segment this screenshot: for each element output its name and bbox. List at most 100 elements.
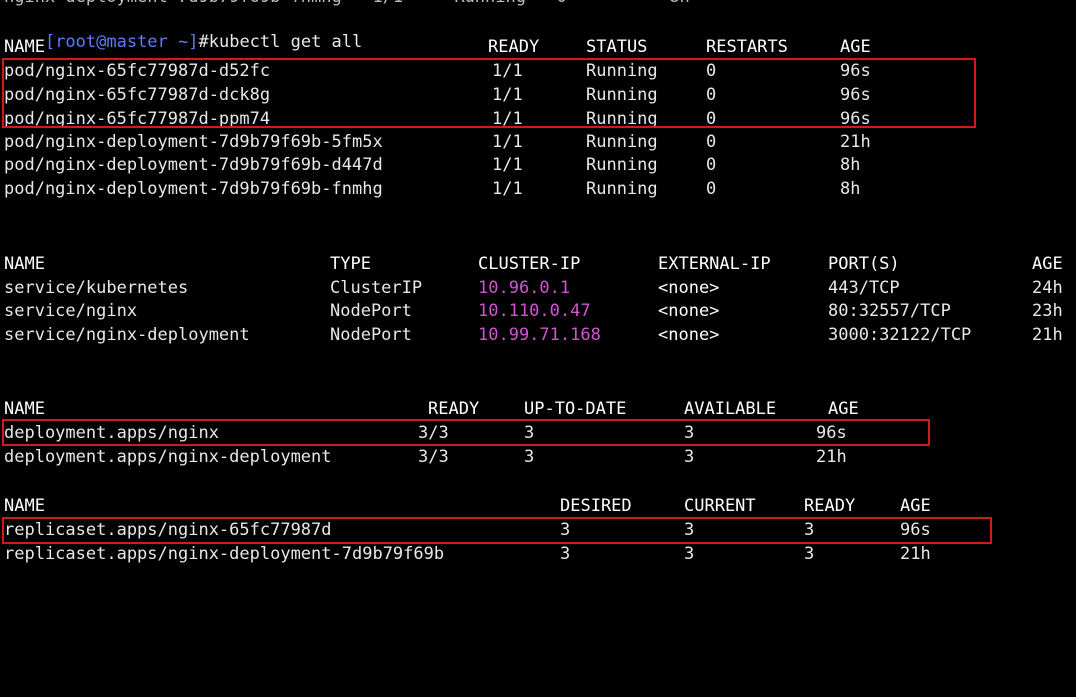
pod-status: Running	[586, 61, 658, 81]
rs-current: 3	[684, 544, 695, 564]
deploy-available: 3	[684, 423, 695, 443]
pods-col-age: AGE	[840, 37, 871, 57]
deploy-col-up-to-date: UP-TO-DATE	[524, 399, 627, 419]
deploy-age: 21h	[816, 447, 847, 467]
deploy-available: 3	[684, 447, 695, 467]
rs-col-name: NAME	[4, 496, 45, 516]
pod-status: Running	[586, 179, 658, 199]
rs-name: replicaset.apps/nginx-deployment-7d9b79f…	[4, 544, 445, 564]
rs-desired: 3	[560, 520, 571, 540]
rs-col-desired: DESIRED	[560, 496, 632, 516]
svc-age: 21h	[1032, 325, 1063, 345]
rs-desired: 3	[560, 544, 571, 564]
table-row: pod/nginx-65fc77987d-d52fc 1/1 Running 0…	[4, 60, 871, 82]
deploy-col-available: AVAILABLE	[684, 399, 777, 419]
svc-ports: 3000:32122/TCP	[828, 325, 972, 345]
pods-col-status: STATUS	[586, 37, 648, 57]
prompt-line: [root@master ~]#kubectl get all	[4, 9, 362, 52]
pod-restarts: 0	[706, 132, 717, 152]
deploy-col-age: AGE	[828, 399, 859, 419]
svc-name: service/nginx-deployment	[4, 325, 250, 345]
pod-age: 21h	[840, 132, 871, 152]
pod-ready: 1/1	[492, 85, 523, 105]
pod-age: 96s	[840, 61, 871, 81]
replicasets-header-row: NAME DESIRED CURRENT READY AGE	[4, 495, 931, 517]
pod-ready: 1/1	[492, 61, 523, 81]
pod-name: pod/nginx-65fc77987d-ppm74	[4, 109, 271, 129]
svc-age: 24h	[1032, 278, 1063, 298]
pod-status: Running	[586, 155, 658, 175]
table-row: pod/nginx-deployment-7d9b79f69b-fnmhg 1/…	[4, 178, 860, 200]
deploy-col-name: NAME	[4, 399, 45, 419]
prompt-user-host: [root@master ~]	[44, 32, 199, 52]
svc-col-type: TYPE	[330, 254, 371, 274]
pod-status: Running	[586, 132, 658, 152]
deploy-col-ready: READY	[428, 399, 480, 419]
pod-age: 96s	[840, 85, 871, 105]
rs-col-age: AGE	[900, 496, 931, 516]
pods-col-ready: READY	[488, 37, 540, 57]
table-row: service/nginx-deployment NodePort 10.99.…	[4, 324, 1063, 346]
cut-off-line: nginx-deployment-7d9b79f69b-fnmhg 1/1 Ru…	[4, 0, 690, 8]
services-header-row: NAME TYPE CLUSTER-IP EXTERNAL-IP PORT(S)…	[4, 253, 1063, 275]
pod-ready: 1/1	[492, 179, 523, 199]
table-row: pod/nginx-65fc77987d-dck8g 1/1 Running 0…	[4, 84, 871, 106]
svc-name: service/nginx	[4, 301, 138, 321]
pod-restarts: 0	[706, 61, 717, 81]
svc-external-ip: <none>	[658, 301, 720, 321]
table-row: pod/nginx-deployment-7d9b79f69b-5fm5x 1/…	[4, 131, 871, 153]
rs-col-ready: READY	[804, 496, 856, 516]
deploy-name: deployment.apps/nginx	[4, 423, 219, 443]
svc-name: service/kubernetes	[4, 278, 189, 298]
pod-status: Running	[586, 109, 658, 129]
table-row: deployment.apps/nginx-deployment 3/3 3 3…	[4, 446, 847, 468]
svc-col-ports: PORT(S)	[828, 254, 900, 274]
deploy-up-to-date: 3	[524, 447, 535, 467]
pods-col-restarts: RESTARTS	[706, 37, 788, 57]
table-row: pod/nginx-deployment-7d9b79f69b-d447d 1/…	[4, 154, 860, 176]
pod-restarts: 0	[706, 155, 717, 175]
rs-age: 21h	[900, 544, 931, 564]
pods-col-name: NAME	[4, 37, 45, 57]
deploy-name: deployment.apps/nginx-deployment	[4, 447, 332, 467]
svc-type: NodePort	[330, 325, 412, 345]
deploy-up-to-date: 3	[524, 423, 535, 443]
svc-col-name: NAME	[4, 254, 45, 274]
svc-col-external-ip: EXTERNAL-IP	[658, 254, 771, 274]
rs-age: 96s	[900, 520, 931, 540]
table-row: replicaset.apps/nginx-65fc77987d 3 3 3 9…	[4, 519, 931, 541]
pod-ready: 1/1	[492, 132, 523, 152]
deployments-header-row: NAME READY UP-TO-DATE AVAILABLE AGE	[4, 398, 859, 420]
svc-col-cluster-ip: CLUSTER-IP	[478, 254, 581, 274]
table-row: service/kubernetes ClusterIP 10.96.0.1 <…	[4, 277, 1063, 299]
deploy-ready: 3/3	[418, 423, 449, 443]
pod-restarts: 0	[706, 109, 717, 129]
pod-name: pod/nginx-65fc77987d-dck8g	[4, 85, 271, 105]
svc-ports: 80:32557/TCP	[828, 301, 951, 321]
terminal-window[interactable]: nginx-deployment-7d9b79f69b-fnmhg 1/1 Ru…	[0, 0, 1076, 625]
svc-external-ip: <none>	[658, 325, 720, 345]
svc-cluster-ip: 10.99.71.168	[478, 325, 601, 345]
deploy-age: 96s	[816, 423, 847, 443]
svc-ports: 443/TCP	[828, 278, 900, 298]
pod-name: pod/nginx-deployment-7d9b79f69b-fnmhg	[4, 179, 383, 199]
pods-header-row: NAME READY STATUS RESTARTS AGE	[4, 36, 871, 58]
rs-name: replicaset.apps/nginx-65fc77987d	[4, 520, 332, 540]
svc-external-ip: <none>	[658, 278, 720, 298]
pod-age: 8h	[840, 179, 861, 199]
svc-cluster-ip: 10.96.0.1	[478, 278, 571, 298]
prompt-command: kubectl get all	[208, 32, 363, 52]
svc-type: NodePort	[330, 301, 412, 321]
rs-current: 3	[684, 520, 695, 540]
pod-status: Running	[586, 85, 658, 105]
pod-name: pod/nginx-65fc77987d-d52fc	[4, 61, 271, 81]
rs-col-current: CURRENT	[684, 496, 756, 516]
deploy-ready: 3/3	[418, 447, 449, 467]
pod-name: pod/nginx-deployment-7d9b79f69b-d447d	[4, 155, 383, 175]
pod-age: 96s	[840, 109, 871, 129]
prompt-symbol: #	[198, 32, 209, 52]
rs-ready: 3	[804, 520, 815, 540]
pod-name: pod/nginx-deployment-7d9b79f69b-5fm5x	[4, 132, 383, 152]
table-row: replicaset.apps/nginx-deployment-7d9b79f…	[4, 543, 931, 565]
pod-restarts: 0	[706, 179, 717, 199]
